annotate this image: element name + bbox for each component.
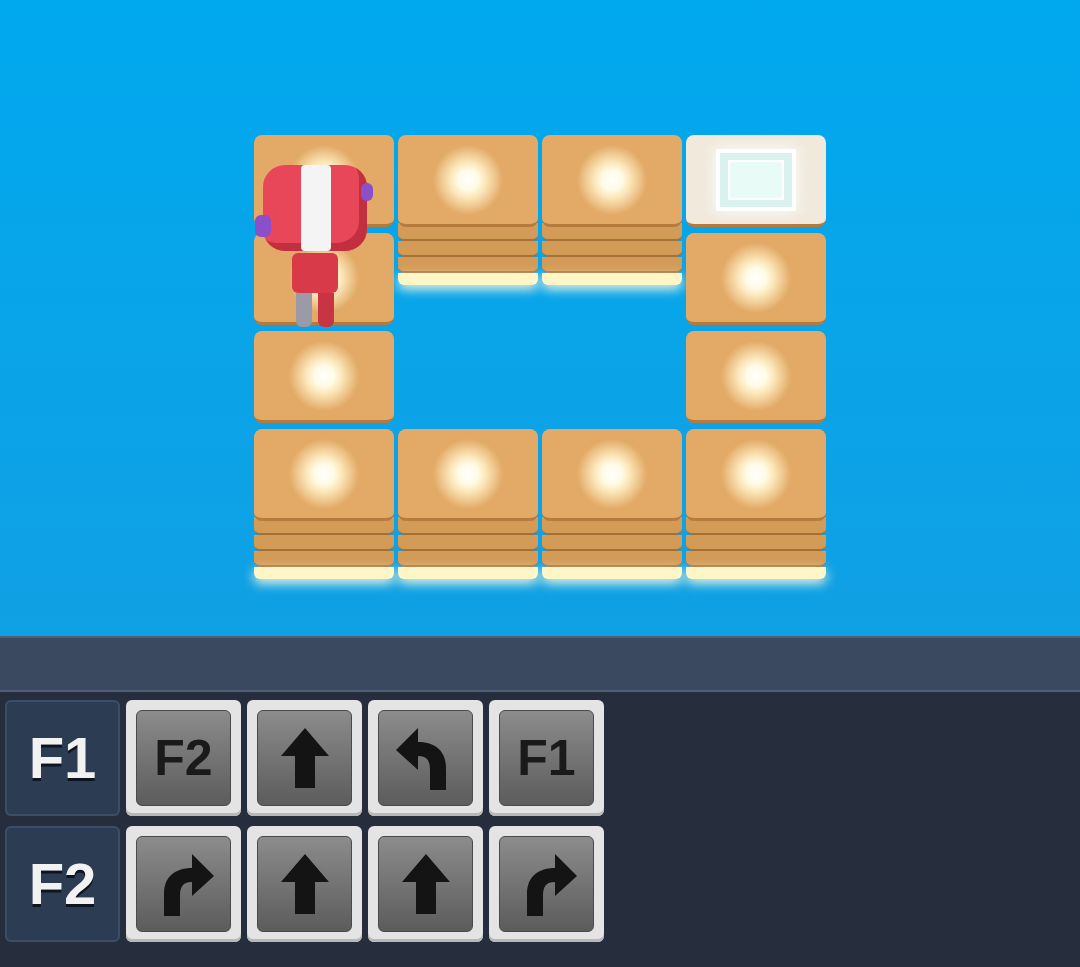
turn-right-icon [515,850,579,918]
turn-left-icon [394,724,458,792]
spark-icon [428,140,508,220]
command-button[interactable]: F1 [489,700,604,816]
forward-arrow-icon [279,726,331,790]
function-row: F2 [5,826,1080,942]
goal-icon [716,149,796,211]
tile [686,331,826,427]
spark-icon [716,238,796,318]
spark-icon [284,434,364,514]
forward-arrow-icon [279,852,331,916]
turn-right-icon [152,850,216,918]
command-button[interactable]: F2 [126,700,241,816]
command-button[interactable] [247,826,362,942]
tile [254,233,394,329]
command-button[interactable] [489,826,604,942]
hole [542,331,682,427]
tile [686,233,826,329]
tile [254,331,394,427]
tile [398,429,538,525]
game-screen: F1F2F1F2 [0,0,1080,967]
command-button[interactable] [368,700,483,816]
spark-icon [716,336,796,416]
tile [542,429,682,525]
board [254,135,826,525]
tile [686,429,826,525]
robot [260,165,370,335]
hole [398,331,538,427]
forward-arrow-icon [400,852,452,916]
tile [254,429,394,525]
function-row: F1F2F1 [5,700,1080,816]
tile [398,135,538,231]
spark-icon [572,434,652,514]
command-button[interactable] [126,826,241,942]
spark-icon [716,434,796,514]
function-label: F1 [5,700,120,816]
spark-icon [284,336,364,416]
tile [686,135,826,231]
spark-icon [572,140,652,220]
tile [542,135,682,231]
command-button[interactable] [247,700,362,816]
program-panel: F1F2F1F2 [0,636,1080,967]
spark-icon [428,434,508,514]
scene [0,0,1080,636]
command-button[interactable] [368,826,483,942]
function-label: F2 [5,826,120,942]
